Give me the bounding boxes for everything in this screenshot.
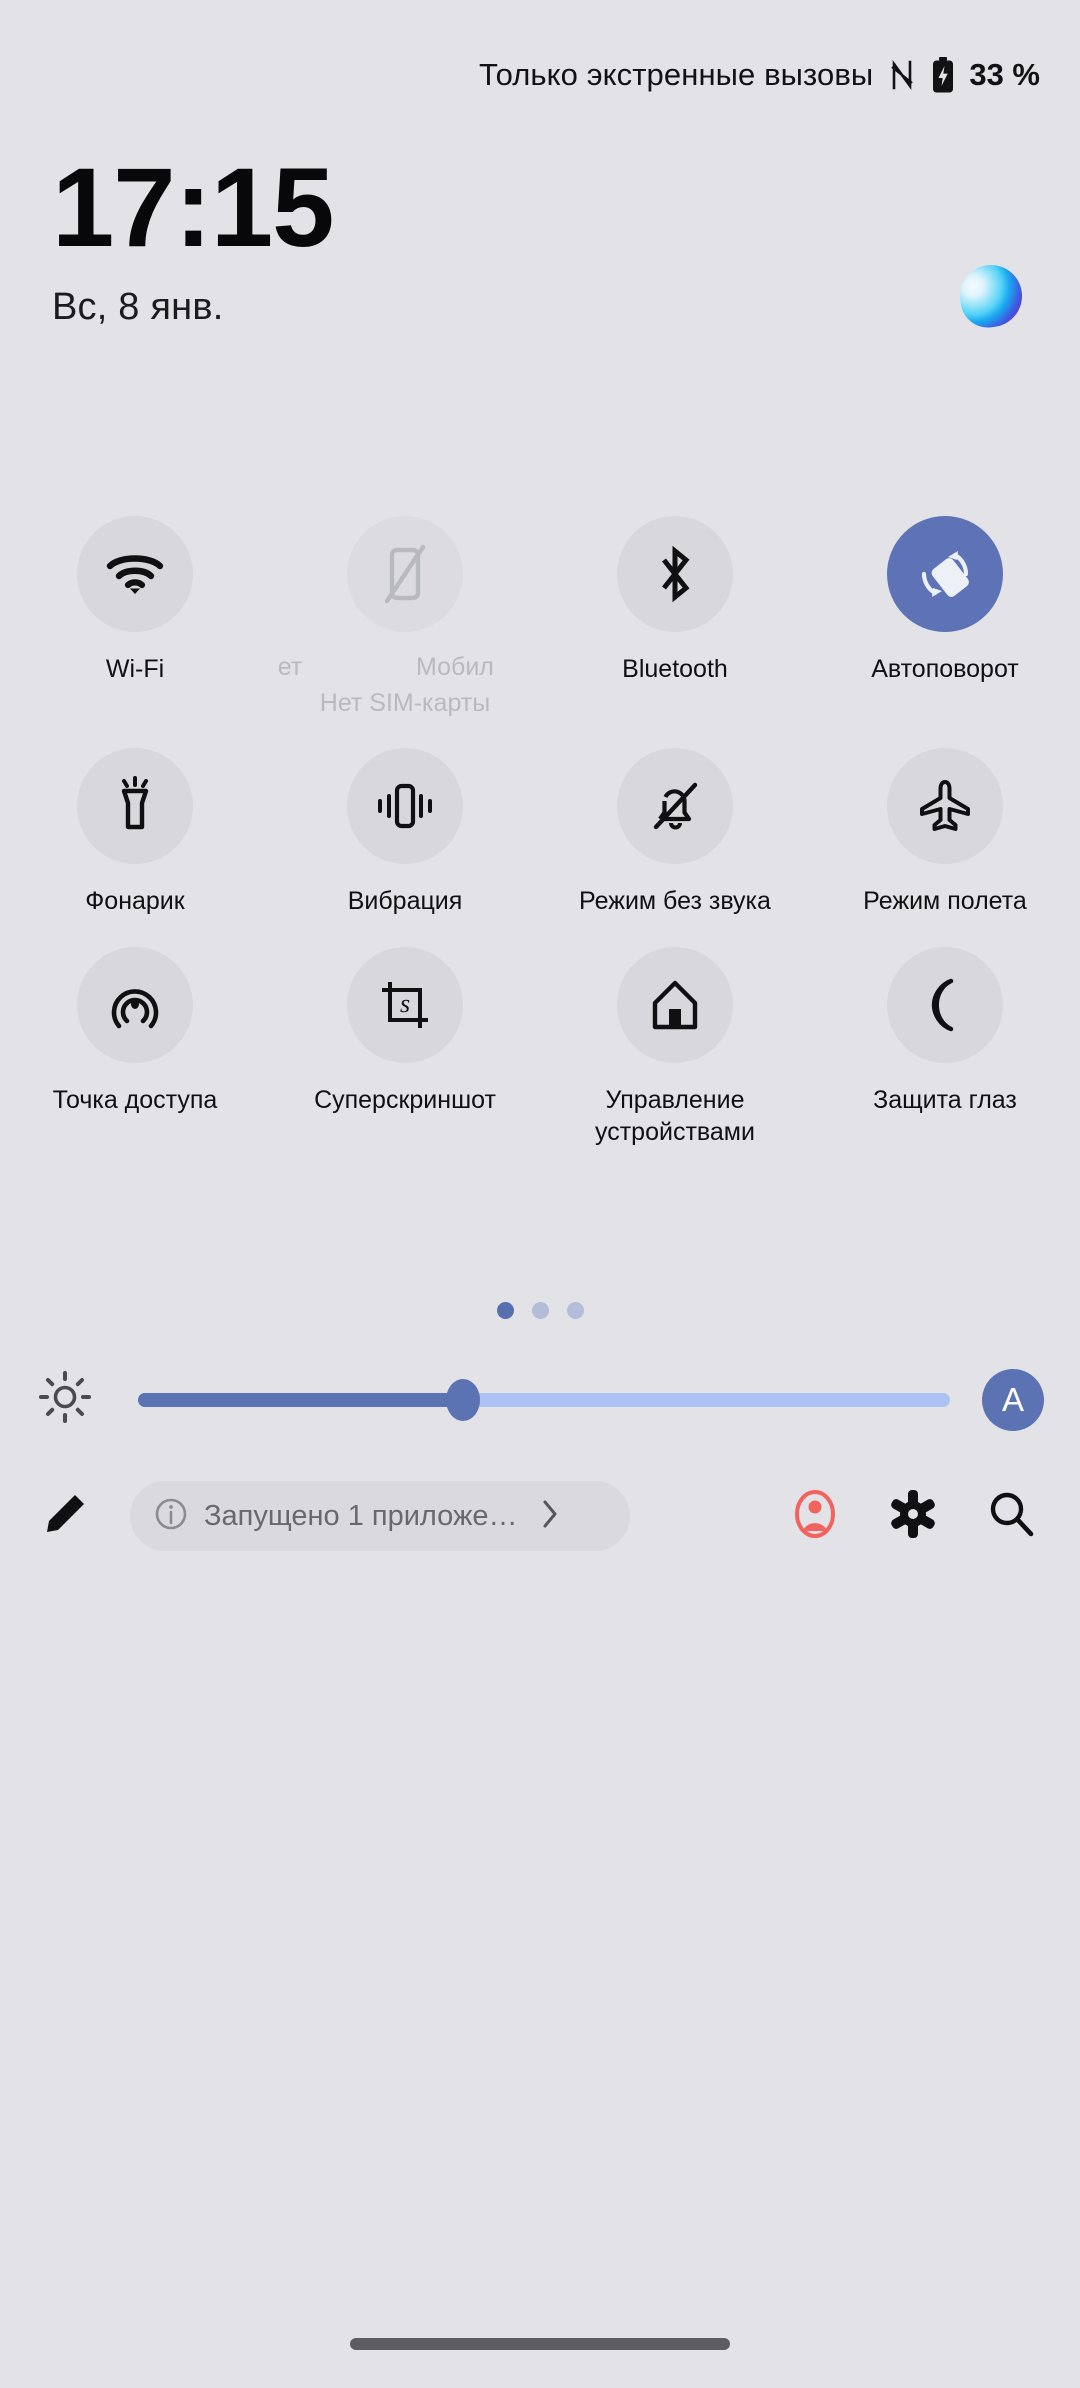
edit-pencil-icon[interactable] bbox=[42, 1491, 88, 1542]
page-dot-1[interactable] bbox=[496, 1302, 514, 1319]
bell-off-icon bbox=[647, 777, 703, 835]
quick-settings-toolbar: Запущено 1 приложе… bbox=[0, 1472, 1080, 1560]
tile-label: Wi-Fi bbox=[105, 655, 165, 683]
tile-label: Bluetooth bbox=[622, 655, 728, 683]
nfc-icon bbox=[889, 58, 915, 92]
carrier-status-text: Только экстренные вызовы bbox=[478, 57, 874, 92]
tile-eye-comfort[interactable]: Защита глаз bbox=[810, 947, 1080, 1148]
tile-icon-container[interactable] bbox=[347, 748, 463, 864]
search-icon[interactable] bbox=[940, 1487, 1038, 1546]
tile-icon-container[interactable] bbox=[617, 748, 733, 864]
info-circle-icon bbox=[154, 1497, 188, 1536]
tile-mobile-data[interactable]: онет Мобил Нет SIM-карты bbox=[270, 516, 540, 718]
tile-icon-container[interactable] bbox=[77, 947, 193, 1063]
super-screenshot-icon: s bbox=[376, 976, 434, 1034]
gear-icon[interactable] bbox=[842, 1487, 940, 1546]
brightness-control: A bbox=[0, 1368, 1080, 1431]
tile-wifi[interactable]: Wi-Fi bbox=[0, 516, 270, 718]
quick-settings-screen: Только экстренные вызовы 33 % 17:15 Вс, … bbox=[0, 0, 1080, 2388]
tile-icon-container[interactable] bbox=[887, 947, 1003, 1063]
tile-row: Точка доступа s Суперскриншот Управление… bbox=[0, 947, 1080, 1148]
hotspot-icon bbox=[106, 976, 164, 1034]
tile-label: Режим без звука bbox=[579, 887, 771, 915]
tile-label-marquee-right: Мобил bbox=[416, 653, 494, 681]
brightness-slider[interactable] bbox=[138, 1378, 950, 1421]
tile-label: Фонарик bbox=[85, 887, 185, 915]
tile-airplane-mode[interactable]: Режим полета bbox=[810, 748, 1080, 917]
eye-comfort-moon-icon bbox=[920, 976, 970, 1034]
bluetooth-icon bbox=[654, 544, 696, 604]
tile-auto-rotate[interactable]: Автоповорот bbox=[810, 516, 1080, 718]
battery-charging-icon bbox=[931, 57, 955, 93]
quick-settings-grid: Wi-Fi онет Мобил Нет SIM-карты bbox=[0, 516, 1080, 1148]
clock-block[interactable]: 17:15 Вс, 8 янв. bbox=[52, 152, 1040, 329]
tile-super-screenshot[interactable]: s Суперскриншот bbox=[270, 947, 540, 1148]
tile-icon-container[interactable] bbox=[77, 748, 193, 864]
tile-row: Фонарик Вибрация Режим без звука Режим п… bbox=[0, 748, 1080, 917]
tile-icon-container[interactable] bbox=[887, 516, 1003, 632]
brightness-sun-icon bbox=[36, 1368, 94, 1431]
tile-row: Wi-Fi онет Мобил Нет SIM-карты bbox=[0, 516, 1080, 718]
tile-icon-container[interactable]: s bbox=[347, 947, 463, 1063]
device-control-home-icon bbox=[647, 977, 703, 1033]
home-indicator[interactable] bbox=[350, 2338, 730, 2350]
page-indicator-dots bbox=[0, 1302, 1080, 1319]
tile-icon-container[interactable] bbox=[77, 516, 193, 632]
tile-vibration[interactable]: Вибрация bbox=[270, 748, 540, 917]
tile-label-marquee-left: онет bbox=[276, 653, 303, 681]
tile-hotspot[interactable]: Точка доступа bbox=[0, 947, 270, 1148]
tile-label: Суперскриншот bbox=[314, 1086, 496, 1114]
tile-silent-mode[interactable]: Режим без звука bbox=[540, 748, 810, 917]
tile-label: Автоповорот bbox=[871, 655, 1019, 683]
tile-label: Режим полета bbox=[863, 887, 1027, 915]
clock-time: 17:15 bbox=[52, 145, 334, 270]
tile-label: Точка доступа bbox=[52, 1086, 218, 1114]
page-dot-2[interactable] bbox=[531, 1302, 549, 1319]
flashlight-icon bbox=[111, 775, 159, 837]
tile-label: Управление устройствами bbox=[595, 1086, 755, 1146]
tile-label: Защита глаз bbox=[873, 1086, 1017, 1114]
tile-sublabel: Нет SIM-карты bbox=[319, 689, 491, 717]
chevron-right-icon bbox=[534, 1497, 560, 1536]
battery-percent-text: 33 % bbox=[969, 57, 1040, 92]
page-dot-3[interactable] bbox=[566, 1302, 584, 1319]
tile-label: Вибрация bbox=[347, 887, 463, 915]
airplane-icon bbox=[916, 777, 974, 835]
tile-icon-container[interactable] bbox=[887, 748, 1003, 864]
svg-text:s: s bbox=[400, 989, 410, 1018]
tile-device-control[interactable]: Управление устройствами bbox=[540, 947, 810, 1148]
auto-rotate-icon bbox=[914, 543, 976, 605]
tile-icon-container[interactable] bbox=[617, 947, 733, 1063]
brightness-slider-fill bbox=[138, 1392, 463, 1407]
clock-date: Вс, 8 янв. bbox=[52, 286, 224, 328]
brightness-slider-thumb[interactable] bbox=[445, 1378, 480, 1421]
mobile-data-off-icon bbox=[379, 543, 431, 605]
tile-icon-container[interactable] bbox=[617, 516, 733, 632]
vibration-icon bbox=[372, 780, 438, 832]
wifi-icon bbox=[105, 550, 165, 598]
tile-flashlight[interactable]: Фонарик bbox=[0, 748, 270, 917]
user-account-icon[interactable] bbox=[744, 1487, 842, 1546]
running-apps-chip[interactable]: Запущено 1 приложе… bbox=[130, 1481, 630, 1551]
running-apps-text: Запущено 1 приложе… bbox=[204, 1499, 518, 1532]
battery-status: 33 % bbox=[931, 57, 1040, 93]
tile-bluetooth[interactable]: Bluetooth bbox=[540, 516, 810, 718]
tile-icon-container[interactable] bbox=[347, 516, 463, 632]
tile-label-marquee: онет Мобил bbox=[276, 653, 534, 685]
status-bar: Только экстренные вызовы 33 % bbox=[0, 0, 1080, 150]
auto-brightness-button[interactable]: A bbox=[982, 1368, 1044, 1431]
